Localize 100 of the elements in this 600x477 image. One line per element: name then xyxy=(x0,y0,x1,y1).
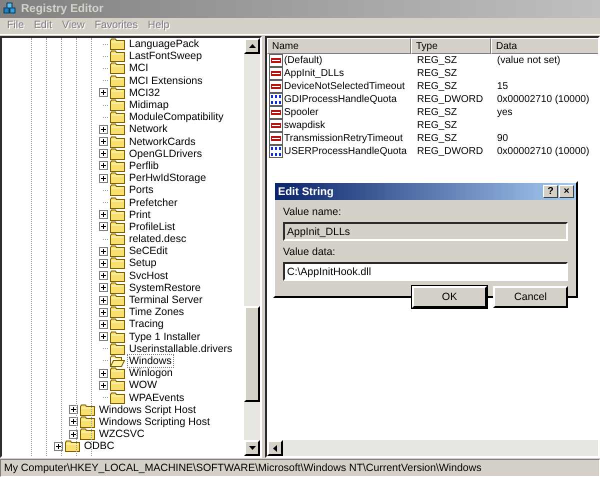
tree-item[interactable]: Terminal Server xyxy=(128,294,204,306)
expand-button[interactable] xyxy=(99,137,108,146)
value-name[interactable]: swapdisk xyxy=(284,120,326,131)
expand-button[interactable] xyxy=(99,271,108,280)
folder-icon xyxy=(110,50,125,62)
folder-icon xyxy=(65,440,80,452)
string-value-icon xyxy=(269,106,283,119)
tree-item[interactable]: WZCSVC xyxy=(98,428,146,440)
tree-item[interactable]: MCI32 xyxy=(128,86,161,99)
value-name[interactable]: USERProcessHandleQuota xyxy=(284,146,407,157)
help-button[interactable]: ? xyxy=(543,185,558,198)
tree-item[interactable]: MCI xyxy=(128,62,150,74)
expand-button[interactable] xyxy=(54,442,63,451)
plus-icon xyxy=(101,382,106,388)
expand-button[interactable] xyxy=(99,124,108,134)
tree-item[interactable]: Network xyxy=(128,123,169,136)
scroll-left-button[interactable] xyxy=(267,440,283,456)
tree-item[interactable]: OpenGLDrivers xyxy=(128,148,203,160)
value-name[interactable]: (Default) xyxy=(284,55,322,66)
value-name[interactable]: DeviceNotSelectedTimeout xyxy=(284,81,405,92)
tree-item[interactable]: ODBC xyxy=(83,440,116,452)
expand-button[interactable] xyxy=(99,308,108,317)
string-value-icon xyxy=(269,132,283,145)
tree-item[interactable]: Windows xyxy=(128,354,173,367)
tree-item[interactable]: Tracing xyxy=(128,318,165,330)
expand-button[interactable] xyxy=(99,283,108,292)
dialog-button[interactable]: OK xyxy=(412,286,487,308)
tree-item[interactable]: LastFontSweep xyxy=(128,50,203,62)
expand-button[interactable] xyxy=(99,88,108,98)
folder-icon xyxy=(80,428,95,440)
tree-item[interactable]: WOW xyxy=(128,379,158,392)
tree-item[interactable]: LanguagePack xyxy=(128,38,200,50)
folder-icon xyxy=(110,172,125,184)
folder-icon xyxy=(110,99,125,112)
expand-button[interactable] xyxy=(99,149,108,158)
plus-icon xyxy=(71,432,76,437)
plus-icon xyxy=(101,370,106,376)
left-arrow-icon xyxy=(273,444,277,452)
tree-item[interactable]: PerHwIdStorage xyxy=(128,172,208,184)
plus-icon xyxy=(101,151,106,156)
tree-item[interactable]: Windows Scripting Host xyxy=(98,416,211,428)
value-data: 90 xyxy=(496,133,508,144)
expand-button[interactable] xyxy=(99,174,108,183)
close-button[interactable]: × xyxy=(559,185,574,198)
value-name[interactable]: TransmissionRetryTimeout xyxy=(284,133,403,144)
tree-item[interactable]: Time Zones xyxy=(128,306,186,318)
open-folder-icon xyxy=(110,354,125,367)
expand-button[interactable] xyxy=(99,246,108,256)
tree-item[interactable]: Userinstallable.drivers xyxy=(128,342,234,355)
tree-item[interactable]: Midimap xyxy=(128,99,170,112)
tree-item[interactable]: Setup xyxy=(128,257,158,270)
tree-item[interactable]: Prefetcher xyxy=(128,196,178,209)
value-name[interactable]: AppInit_DLLs xyxy=(284,68,344,79)
expand-button[interactable] xyxy=(69,430,78,439)
expand-button[interactable] xyxy=(69,417,78,426)
tree-item[interactable]: Winlogon xyxy=(128,367,174,380)
value-name[interactable]: GDIProcessHandleQuota xyxy=(284,94,397,105)
tree-item[interactable]: MCI Extensions xyxy=(128,74,204,87)
dialog-button[interactable]: Cancel xyxy=(493,286,568,308)
value-name[interactable]: Spooler xyxy=(284,107,318,118)
tree-item[interactable]: ProfileList xyxy=(128,220,176,233)
tree-item[interactable]: SystemRestore xyxy=(128,282,202,294)
plus-icon xyxy=(101,224,106,230)
expand-button[interactable] xyxy=(99,368,108,378)
input-field[interactable]: C:\AppInitHook.dll xyxy=(283,262,568,281)
dialog-title: Edit String xyxy=(278,186,335,198)
folder-icon xyxy=(110,392,125,404)
tree-item[interactable]: Print xyxy=(128,208,152,221)
tree-item[interactable]: Perflib xyxy=(128,160,160,172)
tree-item[interactable]: Type 1 Installer xyxy=(128,330,202,343)
tree-item[interactable]: Windows Script Host xyxy=(98,404,197,416)
expand-button[interactable] xyxy=(99,161,108,170)
column-header[interactable]: Name xyxy=(267,38,411,54)
folder-icon xyxy=(80,416,95,428)
expand-button[interactable] xyxy=(99,320,108,329)
expand-button[interactable] xyxy=(99,380,108,390)
tree-item[interactable]: NetworkCards xyxy=(128,136,197,148)
scroll-down-button[interactable] xyxy=(244,440,260,456)
column-header[interactable]: Data xyxy=(491,38,598,54)
folder-icon xyxy=(110,220,125,233)
expand-button[interactable] xyxy=(99,296,108,305)
expand-button[interactable] xyxy=(99,210,108,220)
tree-item[interactable]: related.desc xyxy=(128,233,188,246)
string-value-icon xyxy=(269,67,283,80)
scrollbar-thumb[interactable] xyxy=(244,306,260,402)
column-header[interactable]: Type xyxy=(411,38,491,54)
folder-icon xyxy=(80,404,95,416)
tree-item[interactable]: SvcHost xyxy=(128,270,170,282)
tree-item[interactable]: Ports xyxy=(128,184,155,196)
plus-icon xyxy=(101,163,106,168)
expand-button[interactable] xyxy=(99,258,108,268)
expand-button[interactable] xyxy=(69,405,78,414)
scroll-up-button[interactable] xyxy=(244,38,260,54)
folder-icon xyxy=(110,233,125,246)
tree-item[interactable]: SeCEdit xyxy=(128,245,169,258)
expand-button[interactable] xyxy=(99,222,108,232)
plus-icon xyxy=(101,176,106,181)
expand-button[interactable] xyxy=(99,332,108,342)
tree-item[interactable]: ModuleCompatibility xyxy=(128,111,225,124)
tree-item[interactable]: WPAEvents xyxy=(128,392,186,404)
